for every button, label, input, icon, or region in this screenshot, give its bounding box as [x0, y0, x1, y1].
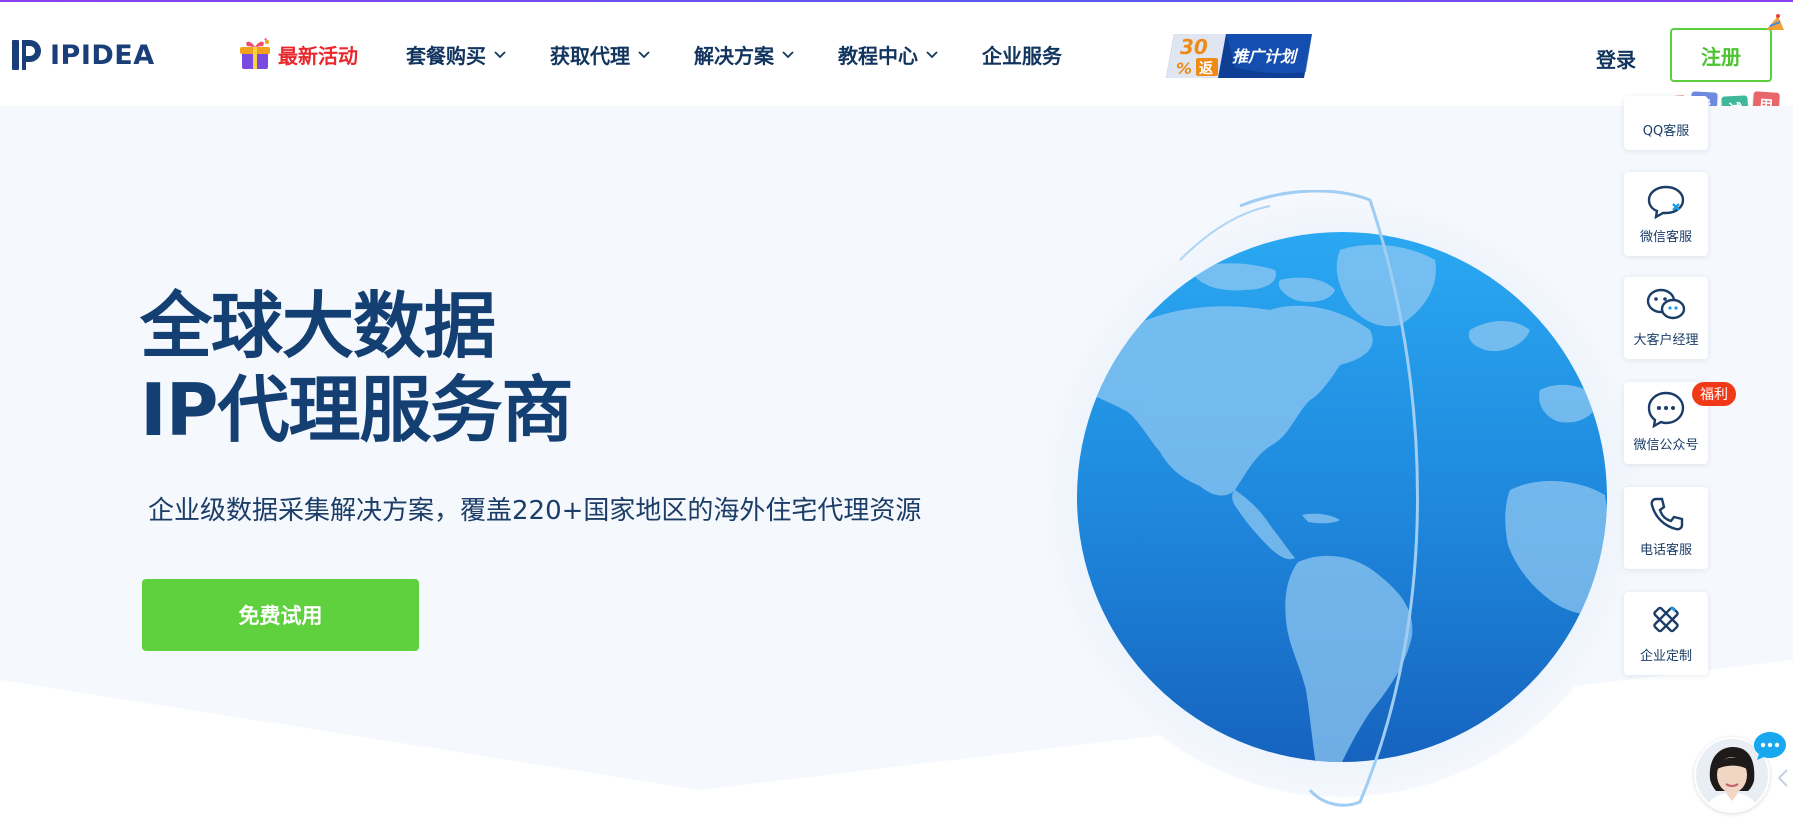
- nav-latest-activity-label: 最新活动: [278, 43, 358, 68]
- hero-subtitle: 企业级数据采集解决方案，覆盖220+国家地区的海外住宅代理资源: [148, 496, 922, 526]
- register-button[interactable]: 注册: [1670, 28, 1772, 82]
- wechat-icon: [1646, 288, 1686, 320]
- chevron-down-icon: [494, 51, 506, 59]
- side-enterprise-custom-label: 企业定制: [1639, 649, 1692, 664]
- welfare-badge: 福利: [1692, 382, 1736, 406]
- nav-solutions[interactable]: 解决方案: [694, 40, 794, 69]
- side-wechat-service[interactable]: 微信客服: [1624, 172, 1708, 256]
- hero-title: 全球大数据 IP代理服务商: [140, 284, 574, 452]
- badge-percent: 30: [1180, 35, 1208, 59]
- nav-packages-label: 套餐购买: [406, 43, 486, 68]
- gift-icon: [240, 38, 270, 69]
- badge-rebate: 返: [1199, 60, 1213, 77]
- hero-title-line2: IP代理服务商: [140, 368, 574, 452]
- nav-enterprise[interactable]: 企业服务: [982, 40, 1062, 69]
- logo[interactable]: IPIDEA: [12, 38, 155, 72]
- badge-percent-sign: %: [1176, 59, 1192, 78]
- side-account-manager-label: 大客户经理: [1633, 333, 1699, 348]
- side-enterprise-custom[interactable]: 企业定制: [1624, 592, 1708, 675]
- chevron-down-icon: [782, 51, 794, 59]
- nav-latest-activity[interactable]: 最新活动: [238, 37, 358, 71]
- nav-solutions-label: 解决方案: [694, 43, 774, 68]
- login-link[interactable]: 登录: [1596, 44, 1636, 73]
- side-wechat-service-label: 微信客服: [1639, 230, 1692, 245]
- chat-notification-icon[interactable]: [1752, 730, 1788, 762]
- chevron-down-icon: [926, 51, 938, 59]
- badge-label: 推广计划: [1232, 47, 1299, 66]
- nav-tutorials-label: 教程中心: [838, 43, 918, 68]
- side-qq-service[interactable]: QQ客服: [1624, 96, 1708, 150]
- nav-enterprise-label: 企业服务: [982, 43, 1062, 68]
- side-qq-service-label: QQ客服: [1642, 124, 1690, 139]
- chat-bubble-icon: [1647, 391, 1685, 428]
- chevron-down-icon: [638, 51, 650, 59]
- logo-icon: [12, 40, 41, 70]
- side-account-manager[interactable]: 大客户经理: [1624, 277, 1708, 359]
- brand-name: IPIDEA: [50, 39, 155, 71]
- nav-get-proxy-label: 获取代理: [550, 43, 630, 68]
- header: IPIDEA 最新活动 套餐购买 获取代理 解决方案 教程中心 企业服务 30 …: [0, 2, 1793, 123]
- side-phone-service-label: 电话客服: [1639, 543, 1692, 558]
- tools-icon: [1653, 606, 1679, 633]
- main-nav: 最新活动 套餐购买 获取代理 解决方案 教程中心 企业服务: [238, 2, 1062, 106]
- referral-program-badge[interactable]: 30 % 返 推广计划: [1166, 32, 1314, 80]
- phone-icon: [1650, 497, 1684, 531]
- nav-tutorials[interactable]: 教程中心: [838, 40, 938, 69]
- nav-get-proxy[interactable]: 获取代理: [550, 40, 650, 69]
- hero-title-line1: 全球大数据: [140, 284, 496, 368]
- globe-illustration: [1042, 190, 1640, 807]
- side-phone-service[interactable]: 电话客服: [1624, 487, 1708, 569]
- nav-packages[interactable]: 套餐购买: [406, 40, 506, 69]
- free-trial-button[interactable]: 免费试用: [142, 579, 419, 651]
- side-official-account-label: 微信公众号: [1633, 438, 1699, 453]
- chevron-left-icon[interactable]: [1776, 768, 1790, 788]
- party-hat-icon: [1766, 14, 1784, 30]
- wechat-service-icon: [1647, 185, 1685, 220]
